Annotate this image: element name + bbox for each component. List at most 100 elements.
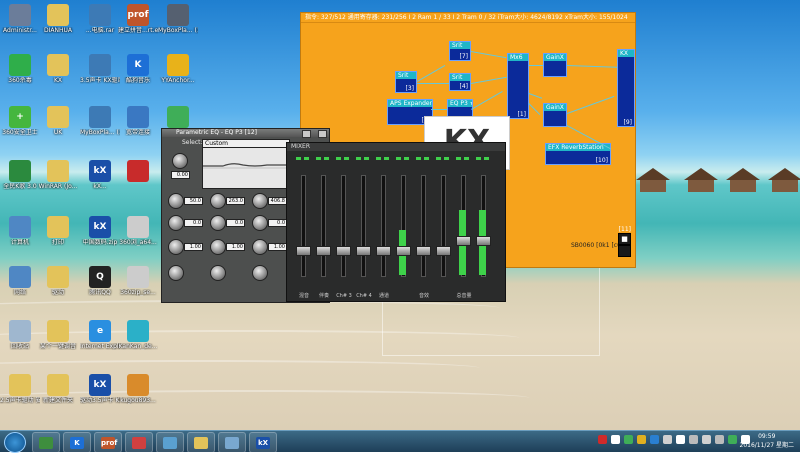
desktop-icon[interactable]: 新建文件夹 [38, 372, 78, 414]
desktop-icon[interactable]: 2.5声卡驱动 安装说明 [0, 372, 40, 414]
band-q-value[interactable]: 1.00 [226, 243, 245, 251]
band-freq-knob[interactable] [210, 193, 226, 209]
desktop-icon[interactable]: Q 腾讯QQ [80, 264, 120, 306]
band-q-knob[interactable] [252, 239, 268, 255]
desktop-icon[interactable] [118, 158, 158, 200]
solo-led[interactable] [364, 157, 369, 160]
tray-icon[interactable] [611, 435, 620, 444]
band-gain-value[interactable]: 0.0 [268, 219, 287, 227]
mixer-strip[interactable]: 伴奏 [315, 153, 331, 299]
taskbar-button-kugou[interactable]: K [63, 432, 91, 453]
band-q-value[interactable]: 1.00 [268, 243, 287, 251]
dsp-block[interactable]: Mx6 [1] [507, 53, 529, 119]
mute-led[interactable] [296, 157, 301, 160]
band-freq-value[interactable]: 50.0 [184, 197, 203, 205]
minimize-button[interactable] [302, 130, 311, 138]
desktop-icon[interactable]: 360zip_se... [118, 264, 158, 306]
fader-handle[interactable] [456, 236, 471, 246]
mute-led[interactable] [316, 157, 321, 160]
desktop-icon[interactable]: MyBoxPla... (1).exe [158, 2, 198, 44]
mixer-strip[interactable] [395, 153, 411, 291]
dsp-block[interactable]: Srit [4] [449, 73, 471, 91]
band-shape-knob[interactable] [252, 265, 268, 281]
fader-handle[interactable] [316, 246, 331, 256]
tray-icon[interactable] [663, 435, 672, 444]
desktop-icon[interactable]: Administr... [0, 2, 40, 44]
fader-handle[interactable] [396, 246, 411, 256]
band-gain-knob[interactable] [210, 215, 226, 231]
mute-led[interactable] [416, 157, 421, 160]
mute-led[interactable] [336, 157, 341, 160]
mute-led[interactable] [376, 157, 381, 160]
desktop-icon[interactable]: kugou893... [118, 372, 158, 414]
desktop-icon[interactable]: 360浏_a64... [118, 214, 158, 256]
desktop-icon[interactable]: UK [38, 104, 78, 146]
solo-led[interactable] [384, 157, 389, 160]
desktop-icon[interactable]: KanKan_de... [118, 318, 158, 360]
taskbar-button-media[interactable] [125, 432, 153, 453]
mixer-strip[interactable]: Ch# 4 [355, 153, 372, 299]
desktop-icon[interactable]: kX 中国数码.zip [80, 214, 120, 256]
mixer-window[interactable]: MIXER 混音 伴奏 Ch# 3 Ch# 4 通道 音效 总音量 [286, 142, 506, 302]
fader-handle[interactable] [356, 246, 371, 256]
band-gain-knob[interactable] [168, 215, 184, 231]
dsp-block[interactable]: EFX ReverbStation [10] [545, 143, 611, 165]
fader-handle[interactable] [436, 246, 451, 256]
dsp-block[interactable]: KX [9] [617, 49, 635, 127]
mute-led[interactable] [476, 157, 481, 160]
mixer-strip[interactable] [475, 153, 491, 291]
mixer-strip[interactable] [435, 153, 451, 291]
solo-led[interactable] [484, 157, 489, 160]
band-gain-knob[interactable] [252, 215, 268, 231]
taskbar-button-professor[interactable]: prof [94, 432, 122, 453]
clock[interactable]: 09:59 2016/11/27 星期二 [740, 432, 795, 450]
tray-icon[interactable] [728, 435, 737, 444]
dsp-block[interactable]: Srit [7] [449, 41, 471, 61]
desktop-icon[interactable]: KX [38, 52, 78, 94]
fader-handle[interactable] [476, 236, 491, 246]
dsp-block[interactable]: GainX [7] [543, 53, 567, 77]
band-shape-knob[interactable] [168, 265, 184, 281]
band-freq-knob[interactable] [168, 193, 184, 209]
solo-led[interactable] [304, 157, 309, 160]
mixer-strip[interactable]: 音效 [415, 153, 431, 299]
taskbar-button-kx-mixer[interactable]: kX [249, 432, 277, 453]
desktop-icon[interactable]: 3.5声卡 KX驱动... [80, 52, 120, 94]
band-gain-value[interactable]: 0.0 [184, 219, 203, 227]
desktop-icon[interactable]: +360安全卫士 [0, 104, 40, 146]
fader-handle[interactable] [376, 246, 391, 256]
save-icon[interactable]: ■ [618, 233, 631, 245]
taskbar-button-folder[interactable] [187, 432, 215, 453]
tray-icon[interactable] [650, 435, 659, 444]
desktop-icon[interactable]: 回收站 [0, 318, 40, 360]
folder-icon[interactable] [618, 245, 631, 257]
taskbar-button-360-browser[interactable] [32, 432, 60, 453]
desktop-icon[interactable]: K 酷狗音乐 [118, 52, 158, 94]
tray-icon[interactable] [624, 435, 633, 444]
mute-led[interactable] [396, 157, 401, 160]
solo-led[interactable] [404, 157, 409, 160]
close-button[interactable] [318, 130, 327, 138]
mixer-strip[interactable]: 混音 [295, 153, 311, 299]
desktop-icon[interactable]: 全民K歌 3.0 [0, 158, 40, 200]
band-freq-knob[interactable] [252, 193, 268, 209]
band-gain-value[interactable]: 0.0 [226, 219, 245, 227]
band-q-value[interactable]: 1.00 [184, 243, 203, 251]
master-gain-knob[interactable] [172, 153, 188, 169]
desktop-icon[interactable]: MyBoxPla... (1)... [80, 104, 120, 146]
desktop-icon[interactable]: 打印 [38, 214, 78, 256]
tray-icon[interactable] [689, 435, 698, 444]
fader-handle[interactable] [296, 246, 311, 256]
band-q-knob[interactable] [168, 239, 184, 255]
desktop-icon[interactable]: WinRAR (Jo... [38, 158, 78, 200]
desktop-icon[interactable]: ...电脑.rar [80, 2, 120, 44]
mixer-strip[interactable]: 通道 [375, 153, 391, 299]
tray-icon[interactable] [715, 435, 724, 444]
band-shape-knob[interactable] [210, 265, 226, 281]
desktop-icon[interactable]: 某个一键调音 [38, 318, 78, 360]
band-q-knob[interactable] [210, 239, 226, 255]
desktop-icon[interactable]: 计算机 [0, 214, 40, 256]
dsp-block[interactable]: Srit [3] [395, 71, 417, 93]
desktop-icon[interactable]: 360杀毒 [0, 52, 40, 94]
desktop-icon[interactable]: 驱动 [38, 264, 78, 306]
